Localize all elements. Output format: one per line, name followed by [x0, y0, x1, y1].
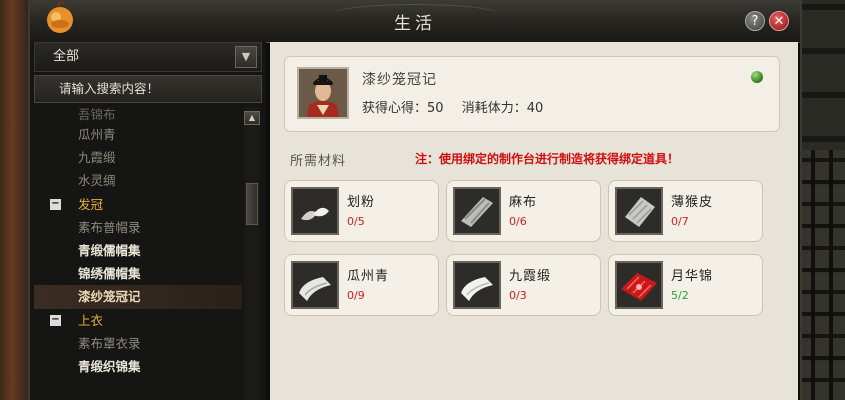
search-input[interactable]: 请输入搜索内容！	[34, 75, 262, 103]
list-item-selected[interactable]: 漆纱笼冠记	[34, 285, 242, 309]
material-name: 瓜州青	[347, 269, 390, 284]
collapse-icon[interactable]: −	[50, 198, 61, 210]
status-indicator-icon	[751, 71, 763, 83]
recipe-list-panel: 全部 ▼ 请输入搜索内容！ 吾锦布 瓜州青 九霞缎 水灵绸 − 发冠 素布普帽录…	[30, 42, 266, 400]
game-logo-icon	[42, 0, 78, 34]
life-crafting-window: 生活 ? ✕ 全部 ▼ 请输入搜索内容！ 吾锦布 瓜州青 九霞缎 水灵绸 − 发…	[28, 0, 802, 400]
list-item[interactable]: 素布罩衣录	[34, 332, 242, 355]
satin-icon	[453, 261, 501, 309]
scroll-thumb[interactable]	[246, 183, 258, 225]
material-name: 九霞缎	[509, 269, 552, 284]
recipe-tree-list: 吾锦布 瓜州青 九霞缎 水灵绸 − 发冠 素布普帽录 青缎儒帽集 锦绣儒帽集 漆…	[34, 107, 242, 400]
list-item[interactable]: 锦绣儒帽集	[34, 262, 242, 285]
recipe-stats: 获得心得：50 消耗体力：40	[362, 97, 557, 116]
chevron-down-icon[interactable]: ▼	[235, 46, 257, 68]
material-slot[interactable]: 月华锦 5/2	[608, 254, 763, 316]
material-slot[interactable]: 瓜州青 0/9	[284, 254, 439, 316]
category-dropdown[interactable]: 全部 ▼	[34, 42, 262, 72]
background-left	[0, 0, 30, 400]
binding-warning: 注：使用绑定的制作台进行制造将获得绑定道具！	[415, 152, 680, 166]
list-scrollbar[interactable]: ▲	[244, 107, 260, 400]
red-brocade-icon	[615, 261, 663, 309]
materials-header: 所需材料	[290, 154, 347, 169]
material-count: 0/6	[509, 215, 527, 228]
category-node-top[interactable]: − 上衣	[34, 309, 242, 332]
insight-gain-label: 获得心得：50	[362, 101, 444, 116]
help-button[interactable]: ?	[745, 11, 765, 31]
material-name: 麻布	[509, 195, 538, 210]
material-count: 0/3	[509, 289, 527, 302]
list-item[interactable]: 青缎儒帽集	[34, 239, 242, 262]
recipe-card: 漆纱笼冠记 获得心得：50 消耗体力：40	[284, 56, 780, 132]
list-item[interactable]: 水灵绸	[34, 169, 242, 192]
stamina-cost-label: 消耗体力：40	[461, 101, 544, 116]
list-item[interactable]: 吾锦布	[34, 107, 242, 123]
character-portrait-icon	[297, 67, 349, 119]
material-count: 0/5	[347, 215, 365, 228]
material-slot[interactable]: 麻布 0/6	[446, 180, 601, 242]
recipe-name: 漆纱笼冠记	[362, 72, 437, 88]
linen-cloth-icon	[453, 187, 501, 235]
chalk-icon	[291, 187, 339, 235]
material-name: 月华锦	[671, 269, 714, 284]
scroll-up-icon[interactable]: ▲	[244, 111, 260, 125]
material-name: 薄猴皮	[671, 195, 714, 210]
window-title: 生活	[394, 14, 436, 34]
list-item[interactable]: 九霞缎	[34, 146, 242, 169]
list-item[interactable]: 青缎织锦集	[34, 355, 242, 378]
material-name: 划粉	[347, 195, 376, 210]
close-button[interactable]: ✕	[769, 11, 789, 31]
recipe-detail-panel: 漆纱笼冠记 获得心得：50 消耗体力：40 所需材料 注：使用绑定的制作台进行制…	[270, 42, 798, 400]
folded-cloth-icon	[291, 261, 339, 309]
material-count: 0/7	[671, 215, 689, 228]
collapse-icon[interactable]: −	[50, 314, 61, 326]
monkey-hide-icon	[615, 187, 663, 235]
list-item[interactable]: 素布普帽录	[34, 216, 242, 239]
material-slot[interactable]: 划粉 0/5	[284, 180, 439, 242]
category-dropdown-value: 全部	[53, 49, 80, 64]
title-bar[interactable]: 生活 ? ✕	[30, 0, 800, 43]
list-item[interactable]: 瓜州青	[34, 123, 242, 146]
material-count: 5/2	[671, 289, 689, 302]
background-lattice	[797, 150, 845, 400]
material-slot[interactable]: 九霞缎 0/3	[446, 254, 601, 316]
category-node-hat[interactable]: − 发冠	[34, 193, 242, 216]
material-count: 0/9	[347, 289, 365, 302]
material-slot[interactable]: 薄猴皮 0/7	[608, 180, 763, 242]
